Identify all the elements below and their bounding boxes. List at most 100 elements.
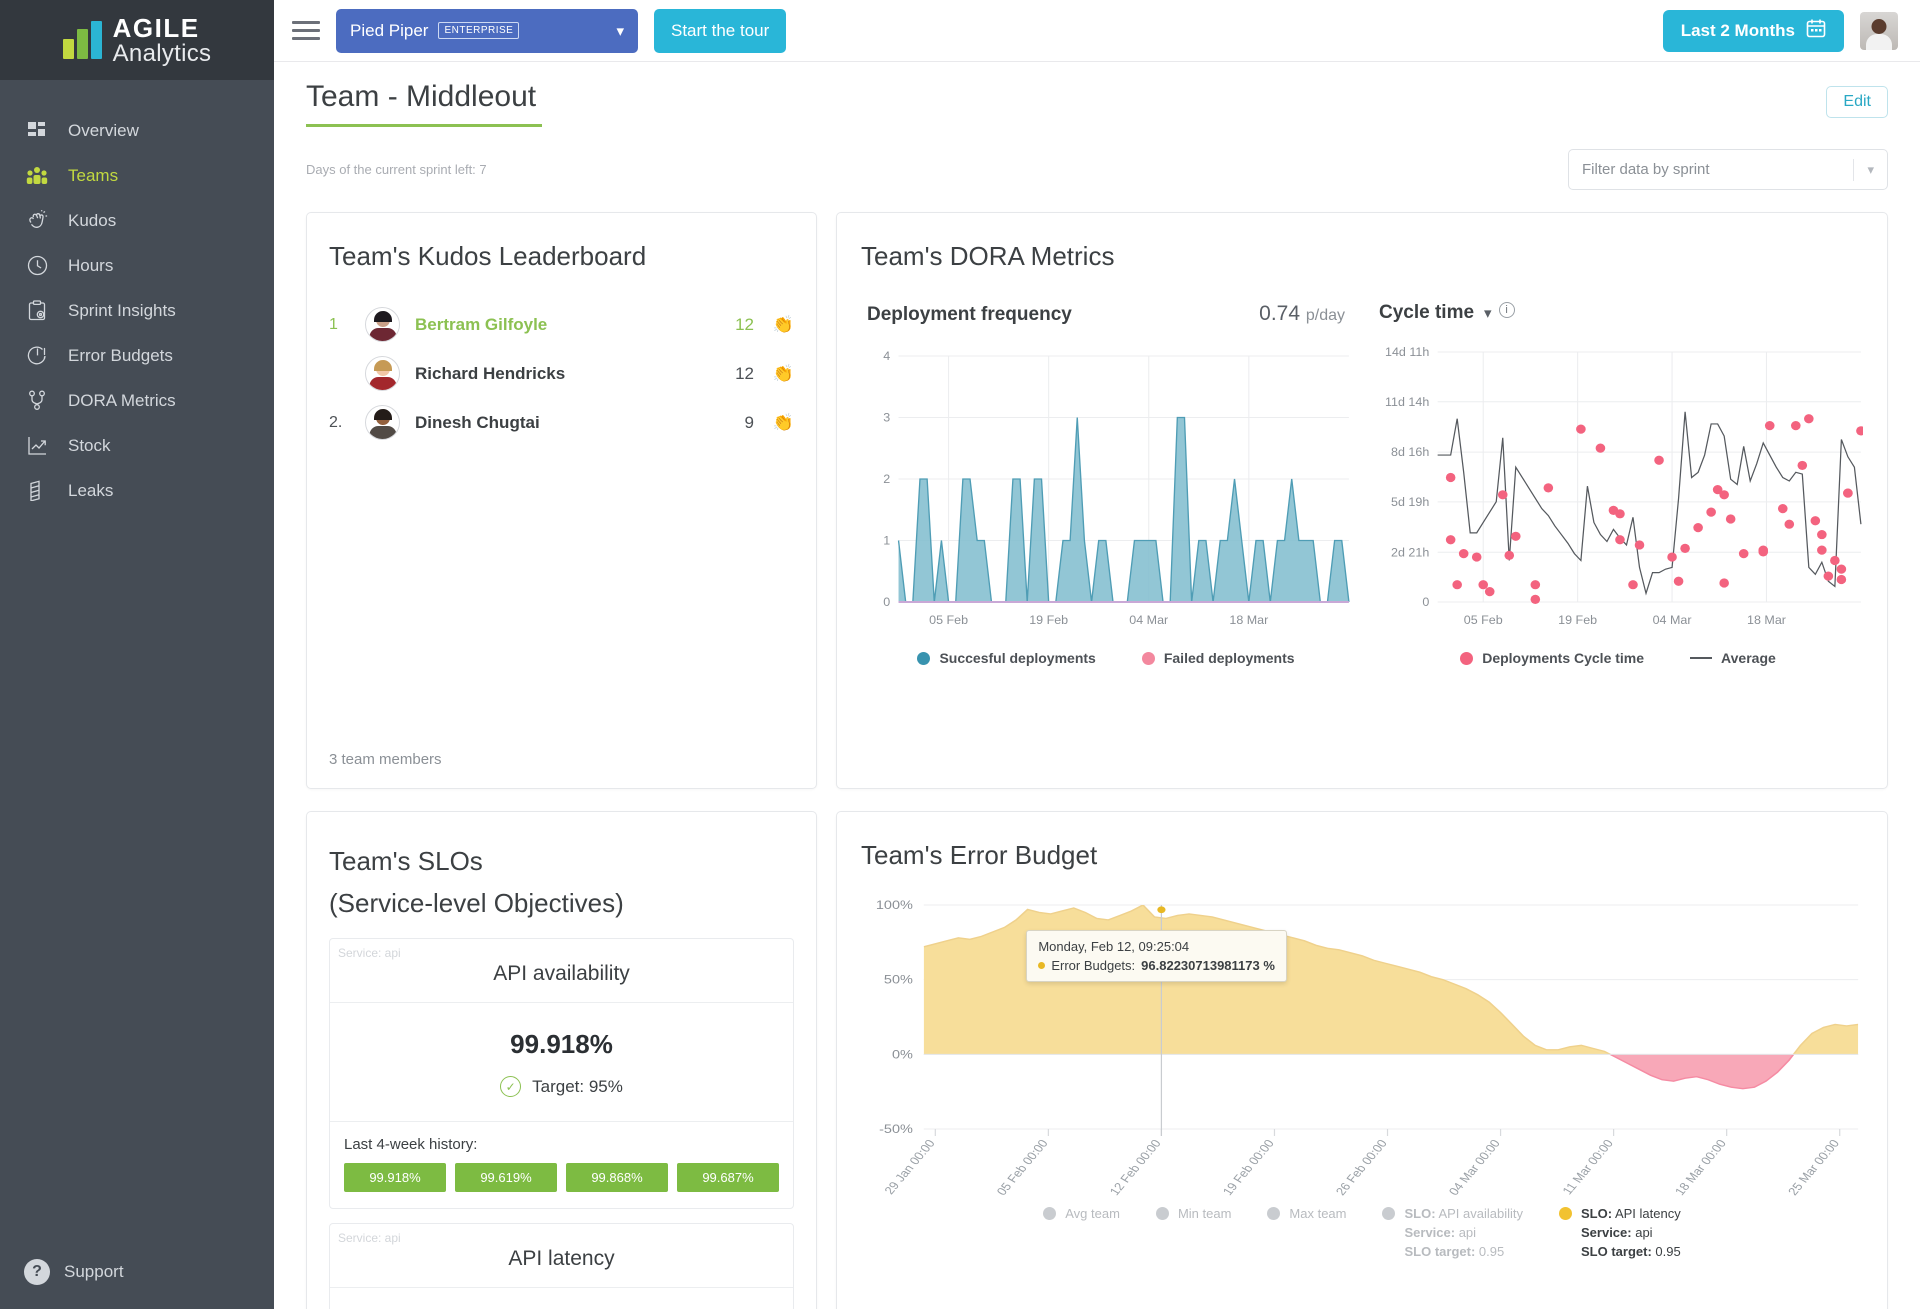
legend-label: Min team (1177, 1206, 1232, 1221)
top-bar-right: Last 2 Months (1662, 9, 1898, 52)
sidebar-item-label: Leaks (68, 480, 114, 500)
clap-icon[interactable]: 👏 (754, 364, 794, 384)
main-area: Pied Piper ENTERPRISE ▾ Start the tour L… (274, 0, 1920, 1309)
cycle-time-pane: Cycle time ▾ i 0 2d 21h 5d 19h 8d 16h 11d 14… (1373, 302, 1863, 666)
clap-icon[interactable]: 👏 (754, 413, 794, 433)
page-title: Team - Middleout (306, 80, 537, 113)
legend-dot-icon (1559, 1207, 1572, 1220)
error-budget-column: Team's Error Budget -50% 0% 50% 100% 29 Jan … (836, 811, 1888, 1309)
svg-text:26 Feb 00:00: 26 Feb 00:00 (1333, 1137, 1390, 1197)
avatar (365, 356, 400, 391)
kudos-list: 1 Bertram Gilfoyle 12 👏 Richard Hendrick… (329, 300, 794, 447)
svg-text:4: 4 (883, 349, 890, 363)
kudos-card-title: Team's Kudos Leaderboard (329, 241, 647, 271)
sidebar-item-stock[interactable]: Stock (0, 423, 274, 468)
sidebar-item-teams[interactable]: Teams (0, 153, 274, 198)
legend-target: 0.95 (1655, 1243, 1681, 1259)
organization-tier-badge: ENTERPRISE (438, 22, 520, 39)
app-logo[interactable]: AGILE Analytics (0, 0, 274, 80)
svg-text:14d 11h: 14d 11h (1385, 345, 1429, 359)
user-avatar[interactable] (1860, 11, 1898, 50)
slo-column: Team's SLOs (Service-level Objectives) S… (306, 811, 817, 1309)
chart-tooltip: Monday, Feb 12, 09:25:04 Error Budgets: … (1026, 930, 1287, 983)
info-icon[interactable]: i (1498, 302, 1515, 318)
svg-text:19 Feb: 19 Feb (1029, 613, 1068, 627)
deployment-frequency-header: Deployment frequency 0.74 p/day (861, 302, 1351, 332)
slo-value: 99.918% (510, 1029, 613, 1060)
sidebar-item-support[interactable]: ? Support (0, 1259, 274, 1309)
legend-label: Failed deployments (1163, 650, 1295, 666)
legend-service: api (1635, 1224, 1653, 1240)
people-icon (24, 163, 50, 189)
status-badge: 99.918% (344, 1163, 446, 1193)
cycle-time-chart: 0 2d 21h 5d 19h 8d 16h 11d 14h 14d 11h 05 Feb 1… (1373, 340, 1863, 640)
series-dot-icon (1038, 962, 1046, 970)
legend-item-slo-api-latency[interactable]: SLO: API latency Service: api SLO target… (1559, 1205, 1681, 1262)
list-item[interactable]: 1 Bertram Gilfoyle 12 👏 (329, 300, 794, 349)
sprint-filter-placeholder: Filter data by sprint (1582, 161, 1710, 178)
sidebar-item-hours[interactable]: Hours (0, 243, 274, 288)
sidebar-nav: Overview Teams Kudos Hours Sprint Insigh… (0, 80, 274, 1259)
slo-history-chips: 99.918% 99.619% 99.868% 99.687% (344, 1163, 779, 1193)
svg-text:05 Feb: 05 Feb (929, 613, 968, 627)
legend-item: Deployments Cycle time (1460, 650, 1644, 666)
organization-selector[interactable]: Pied Piper ENTERPRISE ▾ (336, 8, 638, 53)
legend-label-key: SLO: (1404, 1206, 1436, 1221)
avatar (365, 405, 400, 440)
hamburger-menu-icon[interactable] (292, 21, 320, 40)
legend-item-min-team[interactable]: Min team (1155, 1205, 1232, 1262)
slo-history-label: Last 4-week history: (344, 1136, 478, 1154)
sprint-filter-select[interactable]: Filter data by sprint ▾ (1568, 149, 1888, 190)
sidebar: AGILE Analytics Overview Teams Kudos Hou… (0, 0, 274, 1309)
sidebar-item-leaks[interactable]: Leaks (0, 468, 274, 513)
slo-block-api-availability: Service: api API availability 99.918% ✓ … (329, 938, 794, 1210)
deployment-frequency-unit: p/day (1305, 307, 1345, 324)
deployment-frequency-chart: 0 1 2 3 4 05 Feb 19 Feb 04 Mar 18 Mar (861, 340, 1351, 640)
top-bar: Pied Piper ENTERPRISE ▾ Start the tour L… (274, 0, 1920, 62)
legend-label: Succesful deployments (939, 650, 1096, 666)
dashboard-row-1: Team's Kudos Leaderboard 1 Bertram Gilfo… (298, 190, 1896, 789)
slo-name: API latency (330, 1245, 793, 1289)
legend-item-slo-api-availability[interactable]: SLO: API availability Service: api SLO t… (1382, 1205, 1523, 1262)
sidebar-item-label: Error Budgets (68, 345, 173, 365)
sidebar-item-overview[interactable]: Overview (0, 108, 274, 153)
support-label: Support (64, 1262, 124, 1281)
clap-icon[interactable]: 👏 (754, 315, 794, 335)
tooltip-date: Monday, Feb 12, 09:25:04 (1038, 939, 1190, 955)
legend-item-avg-team[interactable]: Avg team (1043, 1205, 1120, 1262)
sidebar-item-dora-metrics[interactable]: DORA Metrics (0, 378, 274, 423)
svg-text:19 Feb 00:00: 19 Feb 00:00 (1220, 1137, 1277, 1197)
legend-label: API latency (1614, 1206, 1681, 1221)
error-budget-card-title: Team's Error Budget (861, 840, 1098, 870)
logo-bars-icon (62, 21, 102, 59)
kudos-member-name: Dinesh Chugtai (415, 412, 540, 432)
svg-text:25 Mar 00:00: 25 Mar 00:00 (1785, 1137, 1842, 1197)
svg-text:0%: 0% (892, 1048, 913, 1062)
cycle-time-legend: Deployments Cycle time Average (1373, 650, 1863, 666)
dora-card-title: Team's DORA Metrics (861, 241, 1115, 271)
sidebar-item-sprint-insights[interactable]: Sprint Insights (0, 288, 274, 333)
edit-button[interactable]: Edit (1826, 86, 1888, 118)
chevron-down-icon[interactable]: ▾ (1484, 304, 1492, 322)
slo-service: Service: api (338, 946, 401, 961)
slo-block-api-latency: Service: api API latency 96.517% (329, 1223, 794, 1309)
list-item[interactable]: Richard Hendricks 12 👏 (329, 349, 794, 398)
tooltip-value: 96.82230713981173 % (1141, 958, 1275, 974)
chart-title: Deployment frequency (867, 304, 1072, 325)
legend-label: Average (1721, 650, 1776, 666)
dora-column: Team's DORA Metrics Deployment frequency… (836, 212, 1888, 789)
organization-name: Pied Piper (350, 20, 429, 40)
svg-text:11 Mar 00:00: 11 Mar 00:00 (1559, 1137, 1616, 1197)
sidebar-item-kudos[interactable]: Kudos (0, 198, 274, 243)
legend-item-max-team[interactable]: Max team (1267, 1205, 1346, 1262)
start-tour-button[interactable]: Start the tour (654, 8, 787, 53)
deployment-frequency-pane: Deployment frequency 0.74 p/day 0 1 2 3 4 05 … (861, 302, 1351, 666)
status-badge: 99.868% (566, 1163, 668, 1193)
svg-text:5d 19h: 5d 19h (1391, 495, 1429, 509)
sidebar-item-error-budgets[interactable]: Error Budgets (0, 333, 274, 378)
svg-text:0: 0 (883, 595, 890, 609)
list-item[interactable]: 2. Dinesh Chugtai 9 👏 (329, 398, 794, 447)
date-range-button[interactable]: Last 2 Months (1662, 9, 1844, 52)
legend-service: api (1458, 1224, 1477, 1240)
dora-metrics-card: Team's DORA Metrics Deployment frequency… (836, 212, 1888, 789)
